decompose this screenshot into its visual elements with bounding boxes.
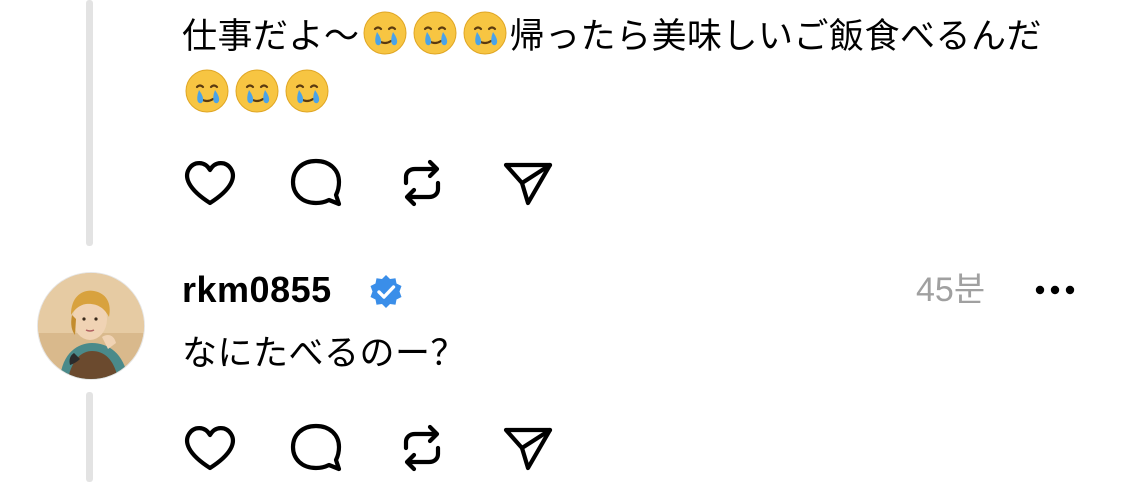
face-holding-back-tears-icon xyxy=(362,10,408,56)
face-holding-back-tears-icon xyxy=(234,68,280,114)
share-button[interactable] xyxy=(498,153,558,213)
avatar[interactable] xyxy=(37,272,145,380)
first-post-text-part2: 帰ったら美味しいご飯食べるんだ xyxy=(509,17,1043,57)
like-button[interactable] xyxy=(180,153,240,213)
face-holding-back-tears-icon xyxy=(462,10,508,56)
first-post-actions xyxy=(180,153,604,213)
face-holding-back-tears-icon xyxy=(412,10,458,56)
face-holding-back-tears-icon xyxy=(184,68,230,114)
send-paper-plane-icon xyxy=(498,153,558,213)
reply-post-text: なにたべるのー？ xyxy=(182,334,467,374)
like-button[interactable] xyxy=(180,418,240,478)
reply-button[interactable] xyxy=(286,153,346,213)
repost-button[interactable] xyxy=(392,418,452,478)
thread-line-bottom xyxy=(86,392,93,482)
heart-icon xyxy=(180,418,240,478)
verified-badge-icon xyxy=(367,273,405,311)
share-button[interactable] xyxy=(498,418,558,478)
reply-username[interactable]: rkm0855 xyxy=(182,266,332,314)
repost-button[interactable] xyxy=(392,153,452,213)
repost-icon xyxy=(392,153,452,213)
first-post-text-part1: 仕事だよ～ xyxy=(182,17,360,57)
comment-bubble-icon xyxy=(286,153,346,213)
more-options-button[interactable] xyxy=(1030,270,1080,310)
reply-post-actions xyxy=(180,418,604,478)
reply-button[interactable] xyxy=(286,418,346,478)
repost-icon xyxy=(392,418,452,478)
face-holding-back-tears-icon xyxy=(284,68,330,114)
comment-bubble-icon xyxy=(286,418,346,478)
thread-line-top xyxy=(86,0,93,246)
first-post-text: 仕事だよ～ 帰ったら美味しいご飯食べるんだ xyxy=(182,8,1092,124)
heart-icon xyxy=(180,153,240,213)
more-dots-icon xyxy=(1035,285,1075,295)
send-paper-plane-icon xyxy=(498,418,558,478)
reply-timestamp: 45분 xyxy=(916,271,986,309)
